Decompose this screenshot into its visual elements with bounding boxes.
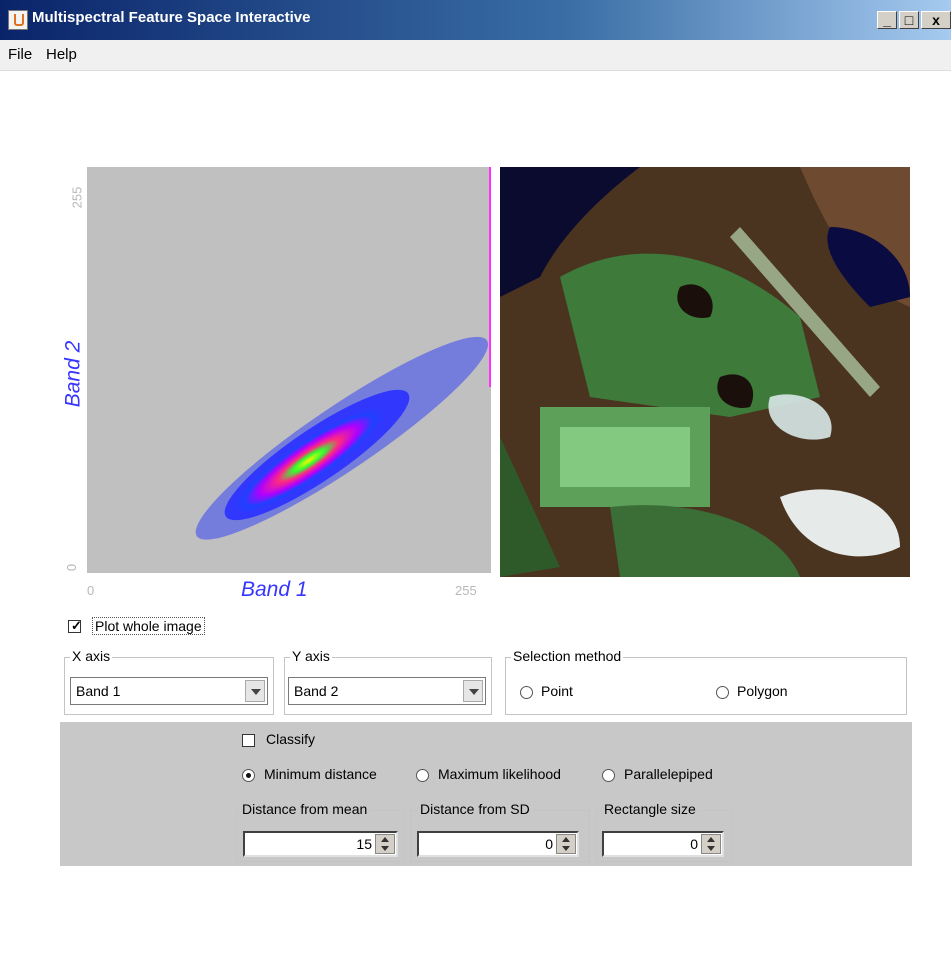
spinner-arrows-icon[interactable] <box>375 834 395 854</box>
maximize-button[interactable]: □ <box>899 11 919 29</box>
distance-from-sd-label: Distance from SD <box>418 801 532 817</box>
distance-from-sd-value: 0 <box>545 836 553 852</box>
maximum-likelihood-label[interactable]: Maximum likelihood <box>438 766 561 782</box>
spinner-arrows-icon[interactable] <box>701 834 721 854</box>
x-axis-label: Band 1 <box>241 578 308 601</box>
satellite-image-art <box>500 167 910 577</box>
menu-bar: File Help <box>0 40 951 71</box>
plot-whole-image-checkbox[interactable]: ✓ <box>68 619 82 633</box>
y-min-tick: 0 <box>64 563 80 572</box>
minimize-button[interactable]: _ <box>877 11 897 29</box>
point-radio[interactable] <box>520 686 533 699</box>
x-min-tick: 0 <box>87 583 95 598</box>
density-core <box>233 407 385 514</box>
x-axis-group-label: X axis <box>70 648 113 664</box>
plot-whole-image-label[interactable]: Plot whole image <box>92 617 205 635</box>
parallelepiped-radio[interactable] <box>602 769 615 782</box>
selection-method-label: Selection method <box>511 648 624 664</box>
x-axis-selected: Band 1 <box>76 683 121 699</box>
parallelepiped-label[interactable]: Parallelepiped <box>624 766 713 782</box>
menu-file[interactable]: File <box>8 46 32 63</box>
distance-from-mean-spinner[interactable]: 15 <box>243 831 398 857</box>
classification-panel: Classify Minimum distance Maximum likeli… <box>60 722 912 866</box>
menu-help[interactable]: Help <box>46 46 77 63</box>
x-axis-select[interactable]: Band 1 <box>70 677 268 705</box>
y-axis-select[interactable]: Band 2 <box>288 677 486 705</box>
distance-from-sd-spinner[interactable]: 0 <box>417 831 579 857</box>
java-app-icon <box>8 10 28 30</box>
maximum-likelihood-radio[interactable] <box>416 769 429 782</box>
satellite-image[interactable] <box>500 167 910 577</box>
point-radio-label[interactable]: Point <box>541 683 573 699</box>
y-max-tick: 255 <box>69 186 85 209</box>
close-button[interactable]: x <box>921 11 951 29</box>
title-bar[interactable]: Multispectral Feature Space Interactive … <box>0 0 951 40</box>
x-max-tick: 255 <box>455 583 477 598</box>
polygon-radio[interactable] <box>716 686 729 699</box>
scatter-density <box>195 167 491 540</box>
y-axis-group-label: Y axis <box>290 648 332 664</box>
rectangle-size-label: Rectangle size <box>602 801 698 817</box>
polygon-radio-label[interactable]: Polygon <box>737 683 788 699</box>
minimum-distance-label[interactable]: Minimum distance <box>264 766 377 782</box>
window-title: Multispectral Feature Space Interactive <box>32 9 311 26</box>
minimum-distance-radio[interactable] <box>242 769 255 782</box>
spinner-arrows-icon[interactable] <box>556 834 576 854</box>
rectangle-size-value: 0 <box>690 836 698 852</box>
classify-checkbox[interactable] <box>242 734 255 747</box>
y-axis-label: Band 2 <box>61 340 85 408</box>
classify-label[interactable]: Classify <box>266 731 315 747</box>
distance-from-mean-value: 15 <box>356 836 372 852</box>
chevron-down-icon[interactable] <box>463 680 483 702</box>
distance-from-mean-label: Distance from mean <box>240 801 370 817</box>
rectangle-size-spinner[interactable]: 0 <box>602 831 724 857</box>
chevron-down-icon[interactable] <box>245 680 265 702</box>
y-axis-selected: Band 2 <box>294 683 339 699</box>
